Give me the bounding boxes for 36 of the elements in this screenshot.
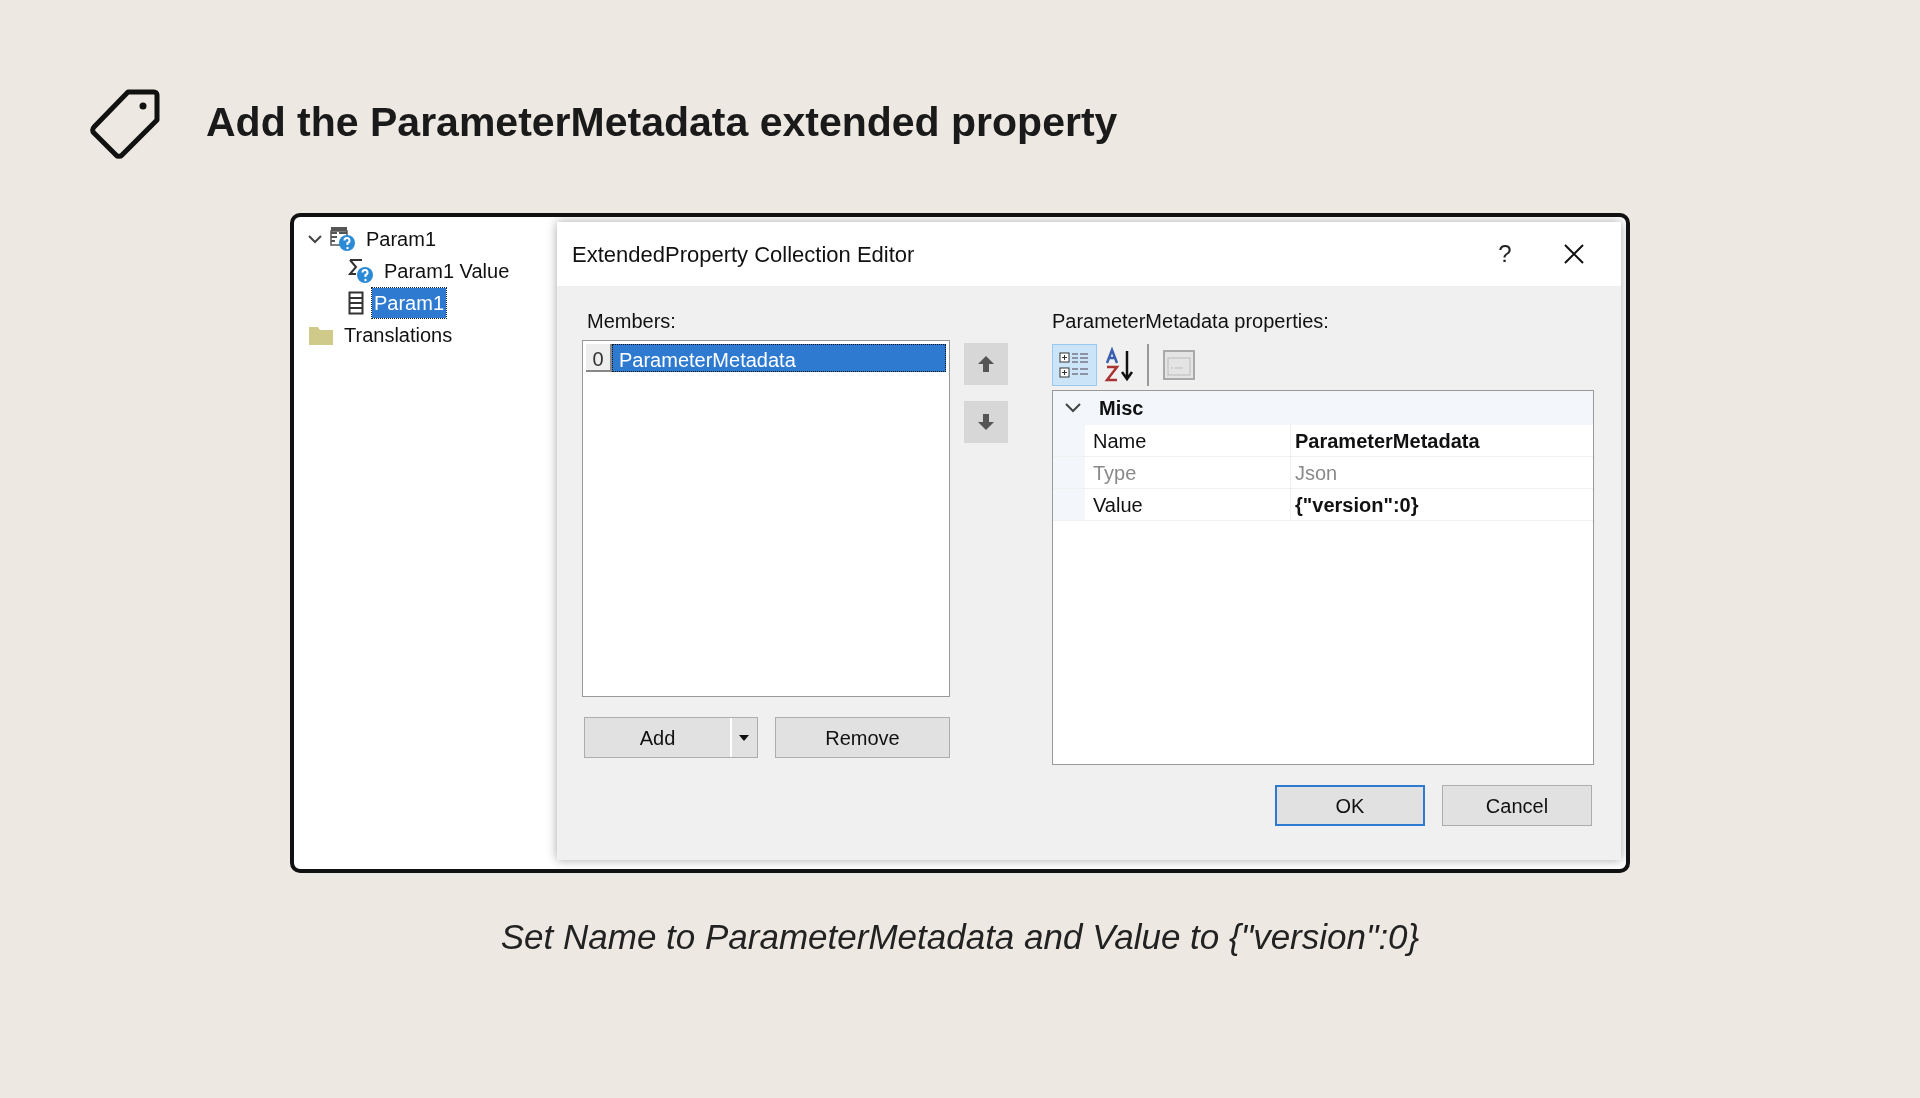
help-button[interactable]: ? xyxy=(1485,236,1525,272)
parameter-icon xyxy=(330,226,356,252)
measure-icon xyxy=(348,258,374,284)
tree-item[interactable]: Param1 xyxy=(364,224,439,254)
close-icon[interactable] xyxy=(1563,243,1585,265)
property-value[interactable]: Json xyxy=(1291,457,1593,488)
property-value[interactable]: ParameterMetadata xyxy=(1291,425,1593,456)
move-up-button[interactable] xyxy=(964,343,1008,385)
member-item[interactable]: ParameterMetadata xyxy=(612,344,946,372)
tree-item[interactable]: Param1 xyxy=(372,288,447,318)
remove-button[interactable]: Remove xyxy=(775,717,950,758)
property-pages-icon xyxy=(1163,350,1195,380)
caption: Set Name to ParameterMetadata and Value to {"version":0} xyxy=(499,916,1421,958)
properties-label: ParameterMetadata properties: xyxy=(1052,309,1330,334)
category-label: Misc xyxy=(1099,396,1144,421)
move-down-button[interactable] xyxy=(964,401,1008,443)
dropdown-caret-icon[interactable] xyxy=(739,734,749,741)
property-name[interactable]: Value xyxy=(1085,489,1291,520)
dialog-button[interactable]: Cancel xyxy=(1442,785,1592,826)
members-label: Members: xyxy=(586,309,677,334)
property-value[interactable]: {"version":0} xyxy=(1291,489,1593,520)
chevron-down-icon[interactable] xyxy=(308,234,322,244)
window-title: ExtendedProperty Collection Editor xyxy=(572,240,916,269)
index-cell: 0 xyxy=(586,344,612,372)
chevron-down-icon[interactable] xyxy=(1065,403,1081,413)
page-heading: Add the ParameterMetadata extended property xyxy=(206,97,1118,147)
folder-icon xyxy=(308,324,334,346)
tree-item[interactable]: Translations xyxy=(342,320,455,350)
arrow-down-icon xyxy=(977,413,995,431)
table-icon xyxy=(348,291,364,315)
sort-az-icon xyxy=(1104,347,1134,383)
arrow-up-icon xyxy=(977,355,995,373)
add-button[interactable]: Add xyxy=(584,717,758,758)
tree-item[interactable]: Param1 Value xyxy=(382,256,512,286)
property-name[interactable]: Name xyxy=(1085,425,1291,456)
dialog-button[interactable]: OK xyxy=(1275,785,1425,826)
